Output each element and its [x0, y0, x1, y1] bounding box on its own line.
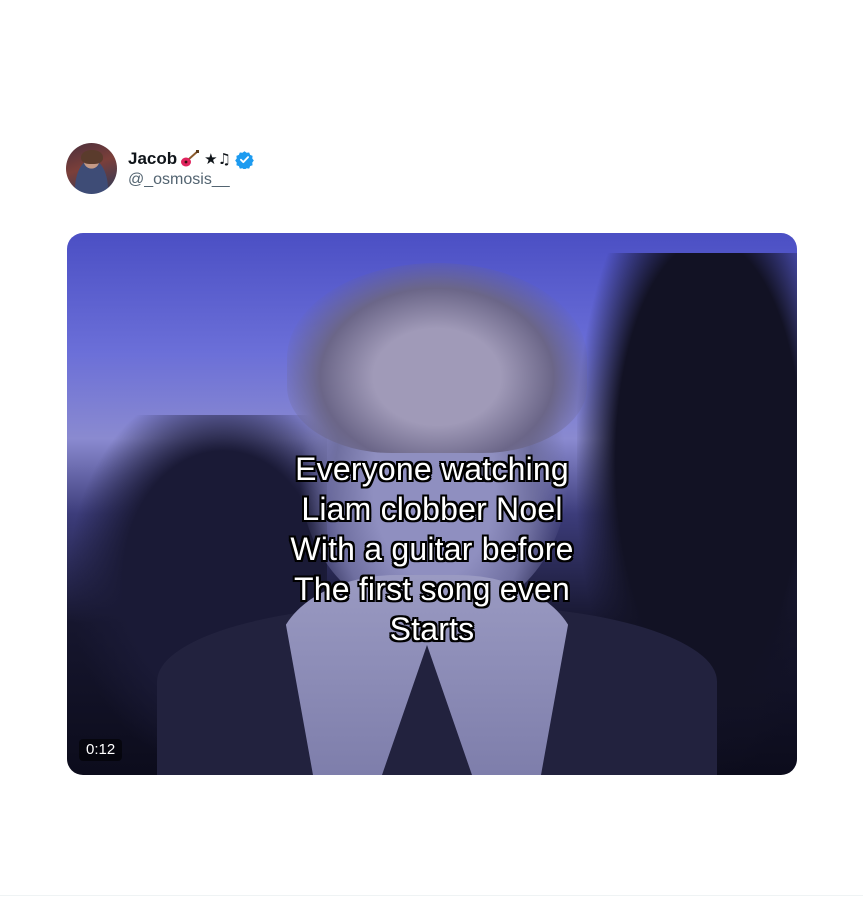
avatar-image: [81, 150, 103, 164]
caption-line: Liam clobber Noel: [301, 491, 563, 527]
user-info: Jacob ★♫ @_osmosis__: [128, 148, 254, 189]
name-emoji: ★♫: [204, 150, 232, 168]
video-caption: Everyone watching Liam clobber Noel With…: [67, 449, 797, 649]
caption-line: Everyone watching: [295, 451, 569, 487]
tweet-header: Jacob ★♫ @_osmosis__: [66, 143, 254, 194]
name-row: Jacob ★♫: [128, 148, 254, 170]
caption-line: With a guitar before: [290, 531, 574, 567]
verified-badge-icon: [235, 150, 254, 170]
avatar[interactable]: [66, 143, 117, 194]
caption-line: Starts: [389, 611, 475, 647]
user-handle[interactable]: @_osmosis__: [128, 171, 254, 189]
video-player[interactable]: Everyone watching Liam clobber Noel With…: [67, 233, 797, 775]
video-duration-badge: 0:12: [79, 739, 123, 761]
guitar-icon: [180, 150, 200, 168]
caption-line: The first song even: [294, 571, 570, 607]
video-frame-figure-hair: [287, 263, 587, 453]
divider: [0, 895, 863, 896]
tweet-screenshot: Jacob ★♫ @_osmosis__ Everyone watching L…: [0, 0, 863, 900]
display-name[interactable]: Jacob: [128, 149, 177, 169]
